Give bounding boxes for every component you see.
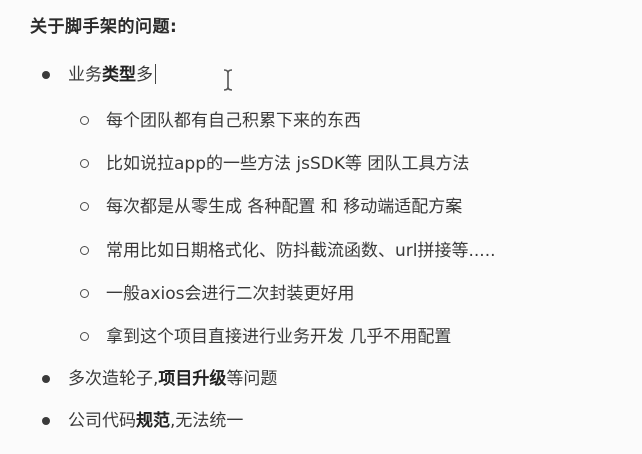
ibeam-cursor-icon: [223, 69, 233, 91]
sub-list-item: 比如说拉app的一些方法 jsSDK等 团队工具方法: [80, 152, 470, 176]
item-text: 拿到这个项目直接进行业务开发 几乎不用配置: [106, 327, 452, 347]
sub-list-item: 每个团队都有自己积累下来的东西: [80, 109, 361, 133]
list-item-reinventing: 多次造轮子,项目升级等问题: [42, 367, 278, 391]
bullet-circle-icon: [80, 246, 89, 255]
section-heading: 关于脚手架的问题:: [30, 17, 178, 37]
bullet-disc-icon: [42, 71, 50, 79]
item-text: 业务: [68, 65, 102, 85]
bullet-disc-icon: [42, 417, 50, 425]
item-text: 常用比如日期格式化、防抖截流函数、url拼接等.....: [106, 241, 496, 261]
list-item-code-standards: 公司代码规范,无法统一: [42, 409, 244, 433]
item-text: 多次造轮子,: [68, 369, 159, 389]
item-bold-text: 项目升级: [158, 369, 227, 389]
text-caret: [155, 64, 156, 84]
item-text: 多: [136, 65, 153, 85]
item-text: 比如说拉app的一些方法 jsSDK等 团队工具方法: [106, 154, 470, 174]
bullet-circle-icon: [80, 289, 89, 298]
item-bold-text: 规范: [136, 411, 170, 431]
bullet-disc-icon: [42, 375, 50, 383]
sub-list-item: 拿到这个项目直接进行业务开发 几乎不用配置: [80, 325, 452, 349]
item-text: ,无法统一: [170, 411, 244, 431]
bullet-circle-icon: [80, 202, 89, 211]
item-text: 公司代码: [68, 411, 136, 431]
item-text: 每次都是从零生成 各种配置 和 移动端适配方案: [106, 197, 463, 217]
item-bold-text: 类型: [102, 65, 136, 85]
item-text: 等问题: [226, 369, 278, 389]
list-item-business-types: 业务类型多: [42, 63, 156, 87]
sub-list-item: 每次都是从零生成 各种配置 和 移动端适配方案: [80, 195, 463, 219]
bullet-circle-icon: [80, 159, 89, 168]
item-text: 一般axios会进行二次封装更好用: [106, 284, 355, 304]
bullet-circle-icon: [80, 332, 89, 341]
bullet-circle-icon: [80, 116, 89, 125]
sub-list-item: 一般axios会进行二次封装更好用: [80, 282, 355, 306]
item-text: 每个团队都有自己积累下来的东西: [106, 111, 361, 131]
sub-list-item: 常用比如日期格式化、防抖截流函数、url拼接等.....: [80, 239, 496, 263]
